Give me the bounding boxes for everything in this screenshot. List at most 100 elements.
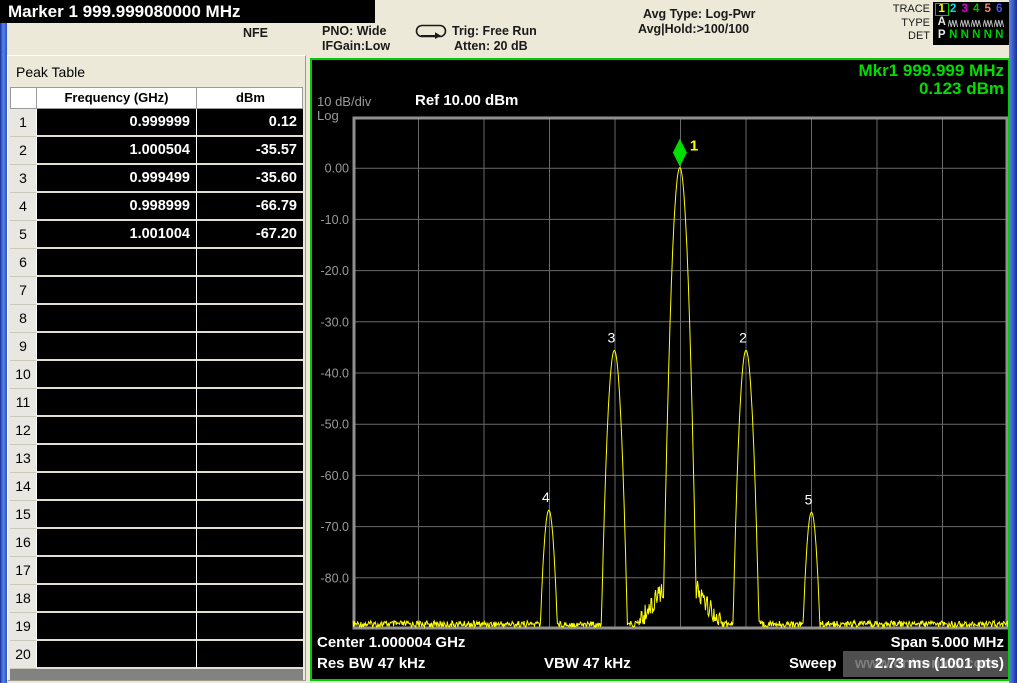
trace-legend-box: 123456 A PNNNNN — [933, 2, 1009, 45]
svg-text:-40.0: -40.0 — [321, 367, 350, 381]
peak-table-row-7[interactable]: 7 — [10, 277, 303, 305]
peak-table-scrollbar[interactable] — [10, 669, 303, 680]
peak-table-row-6[interactable]: 6 — [10, 249, 303, 277]
annunciator-atten: Atten: 20 dB — [454, 39, 528, 53]
window-border-left — [0, 23, 7, 683]
log-scale-label: Log — [317, 108, 339, 123]
trace-number-4[interactable]: 4 — [971, 4, 983, 15]
peak-table-row-12[interactable]: 12 — [10, 417, 303, 445]
continuous-sweep-icon — [415, 23, 447, 42]
peak-index: 16 — [10, 529, 36, 557]
trace-number-2[interactable]: 2 — [948, 4, 960, 15]
svg-text:-30.0: -30.0 — [321, 315, 350, 329]
trace-legend-label-det: DET — [845, 30, 930, 44]
peak-table-row-8[interactable]: 8 — [10, 305, 303, 333]
svg-text:-70.0: -70.0 — [321, 520, 350, 534]
peak-index: 5 — [10, 221, 36, 249]
annunciator-ifgain: IFGain:Low — [322, 39, 390, 53]
peak-index: 18 — [10, 585, 36, 613]
trace-type-row: A — [936, 16, 1006, 29]
peak-frequency — [36, 641, 196, 669]
trace-detector-row: PNNNNN — [936, 29, 1006, 42]
peak-frequency: 0.998999 — [36, 193, 196, 221]
peak-frequency — [36, 585, 196, 613]
peak-frequency — [36, 417, 196, 445]
spectrum-display: 0.00-10.0-20.0-30.0-40.0-50.0-60.0-70.0-… — [310, 58, 1010, 681]
peak-index: 14 — [10, 473, 36, 501]
peak-table-row-10[interactable]: 10 — [10, 361, 303, 389]
peak-amplitude: -35.60 — [196, 165, 303, 193]
trace-detector-6: N — [994, 30, 1006, 41]
trace-number-3[interactable]: 3 — [959, 4, 971, 15]
peak-index: 10 — [10, 361, 36, 389]
peak-frequency — [36, 249, 196, 277]
peak-frequency: 0.999999 — [36, 109, 196, 137]
peak-frequency — [36, 501, 196, 529]
trace-number-5[interactable]: 5 — [982, 4, 994, 15]
peak-index: 4 — [10, 193, 36, 221]
svg-text:2: 2 — [739, 329, 747, 345]
peak-index: 9 — [10, 333, 36, 361]
peak-table-row-20[interactable]: 20 — [10, 641, 303, 669]
peak-frequency — [36, 613, 196, 641]
trace-detector-1: P — [936, 30, 948, 41]
peak-table-row-15[interactable]: 15 — [10, 501, 303, 529]
peak-table-row-4[interactable]: 40.998999-66.79 — [10, 193, 303, 221]
peak-table-row-1[interactable]: 10.9999990.12 — [10, 109, 303, 137]
peak-amplitude — [196, 277, 303, 305]
peak-amplitude: -35.57 — [196, 137, 303, 165]
peak-amplitude — [196, 361, 303, 389]
trace-type-2-clear-write-icon — [948, 17, 960, 29]
marker1-frequency-readout: Mkr1 999.999 MHz — [858, 61, 1004, 81]
marker1-diamond-icon — [673, 139, 687, 167]
peak-index: 17 — [10, 557, 36, 585]
peak-table-row-5[interactable]: 51.001004-67.20 — [10, 221, 303, 249]
peak-table-row-14[interactable]: 14 — [10, 473, 303, 501]
peak-table-row-2[interactable]: 21.000504-35.57 — [10, 137, 303, 165]
peak-frequency — [36, 277, 196, 305]
peak-amplitude — [196, 417, 303, 445]
peak-table-row-9[interactable]: 9 — [10, 333, 303, 361]
peak-table-row-19[interactable]: 19 — [10, 613, 303, 641]
window-border-right — [1009, 0, 1017, 683]
peak-frequency — [36, 557, 196, 585]
trace-type-1-average: A — [936, 17, 948, 28]
peak-amplitude — [196, 445, 303, 473]
peak-index: 19 — [10, 613, 36, 641]
peak-table-col-index — [11, 88, 37, 108]
peak-amplitude — [196, 333, 303, 361]
peak-index: 3 — [10, 165, 36, 193]
peak-table-row-11[interactable]: 11 — [10, 389, 303, 417]
peak-amplitude — [196, 641, 303, 669]
peak-frequency: 1.000504 — [36, 137, 196, 165]
peak-frequency — [36, 333, 196, 361]
peak-index: 6 — [10, 249, 36, 277]
peak-amplitude — [196, 501, 303, 529]
peak-table-panel: Peak Table Frequency (GHz) dBm 10.999999… — [7, 55, 306, 681]
trace-type-4-clear-write-icon — [971, 17, 983, 29]
peak-table-row-16[interactable]: 16 — [10, 529, 303, 557]
peak-amplitude — [196, 529, 303, 557]
peak-amplitude: -66.79 — [196, 193, 303, 221]
marker-readout-bar: Marker 1 999.999080000 MHz — [0, 0, 375, 23]
svg-text:4: 4 — [542, 489, 550, 505]
trace-detector-5: N — [982, 30, 994, 41]
peak-table-header: Frequency (GHz) dBm — [10, 87, 303, 109]
annunciator-avghold: Avg|Hold:>100/100 — [638, 22, 749, 36]
peak-table-row-3[interactable]: 30.999499-35.60 — [10, 165, 303, 193]
peak-table-col-frequency: Frequency (GHz) — [37, 88, 197, 108]
trace-detector-4: N — [971, 30, 983, 41]
sweep-value: 2.73 ms (1001 pts) — [875, 655, 1004, 672]
trace-number-1[interactable]: 1 — [936, 4, 948, 15]
trace-number-6[interactable]: 6 — [994, 4, 1006, 15]
peak-table-body: 10.9999990.1221.000504-35.5730.999499-35… — [10, 109, 303, 669]
peak-table-row-17[interactable]: 17 — [10, 557, 303, 585]
trace-detector-2: N — [948, 30, 960, 41]
peak-index: 2 — [10, 137, 36, 165]
peak-index: 20 — [10, 641, 36, 669]
peak-table-row-18[interactable]: 18 — [10, 585, 303, 613]
peak-table-row-13[interactable]: 13 — [10, 445, 303, 473]
peak-amplitude — [196, 557, 303, 585]
peak-frequency — [36, 305, 196, 333]
vbw-label: VBW 47 kHz — [544, 655, 631, 672]
